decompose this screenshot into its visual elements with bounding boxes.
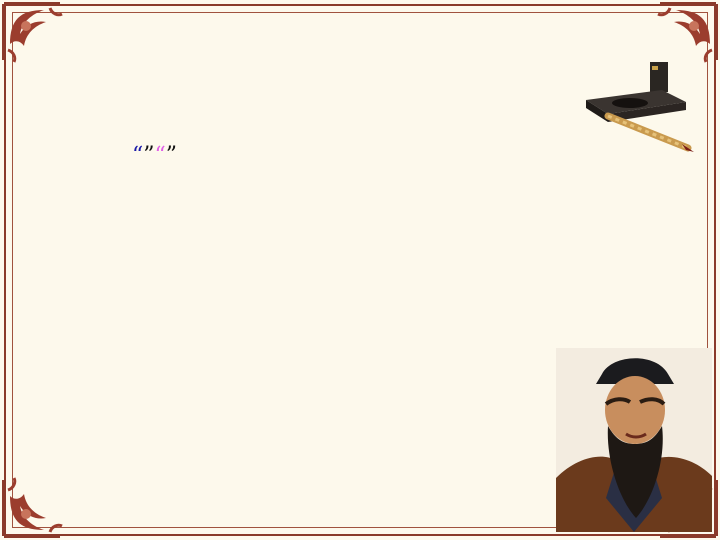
inkstone-brush-icon	[586, 62, 694, 152]
slide: “”“”	[0, 0, 720, 540]
pink-quote-close-mark: ”	[165, 143, 177, 168]
pink-quote-open-mark: “	[154, 143, 166, 168]
confucius-portrait-icon	[556, 348, 712, 532]
blue-quote-close-mark: ”	[143, 143, 155, 168]
corner-ornament-icon	[2, 477, 63, 538]
body-paragraph: “”“”	[44, 140, 588, 172]
corner-ornament-icon	[2, 2, 63, 63]
blue-quote-open-mark: “	[132, 143, 144, 168]
